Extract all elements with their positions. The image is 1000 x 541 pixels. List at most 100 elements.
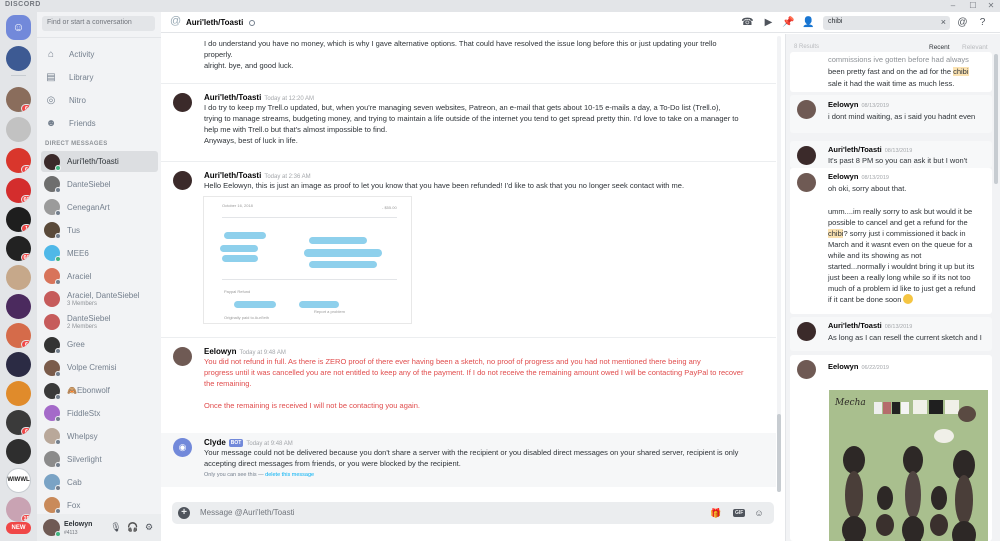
- clyde-avatar[interactable]: ◉: [173, 438, 192, 457]
- server-icon[interactable]: 15: [6, 497, 31, 522]
- mention-badge: 15: [21, 514, 31, 522]
- dm-item[interactable]: Tus: [41, 220, 158, 241]
- clear-search-icon[interactable]: ×: [941, 17, 946, 27]
- emoji-icon[interactable]: ☺: [753, 507, 765, 519]
- discord-logo-icon: ☺: [12, 20, 25, 34]
- server-icon[interactable]: [6, 352, 31, 377]
- character-reference-sheet-image[interactable]: Mecha: [829, 390, 988, 541]
- search-result-context[interactable]: Eelowyn 08/13/2019 i dont mind waiting, a…: [790, 95, 992, 133]
- message-author[interactable]: Auri'leth/Toasti: [204, 171, 261, 180]
- microphone-icon[interactable]: 🎙: [110, 521, 122, 533]
- results-scroll-thumb[interactable]: [994, 54, 998, 184]
- result-text-fragment: if it cant be done soon: [828, 295, 902, 304]
- dm-avatar: [44, 199, 61, 217]
- settings-gear-icon[interactable]: ⚙: [143, 521, 155, 533]
- server-icon[interactable]: [6, 294, 31, 319]
- dm-item[interactable]: Araciel: [41, 266, 158, 287]
- voice-call-icon[interactable]: ☎: [741, 16, 754, 29]
- message-line: the remaining.: [204, 379, 252, 388]
- search-result[interactable]: commissions ive gotten before had always…: [790, 52, 992, 92]
- nav-friends[interactable]: ☻ Friends: [43, 114, 155, 132]
- server-icon[interactable]: 6: [6, 410, 31, 435]
- message-author[interactable]: Clyde: [204, 438, 226, 447]
- tab-relevant[interactable]: Relevant: [962, 44, 988, 51]
- dm-search-input[interactable]: Find or start a conversation: [42, 16, 155, 31]
- sheet-title: Mecha: [834, 398, 866, 408]
- server-icon[interactable]: [6, 46, 31, 71]
- author-avatar[interactable]: [173, 171, 192, 190]
- help-icon[interactable]: ?: [976, 16, 989, 29]
- dm-name: Whelpsy: [67, 431, 98, 441]
- nav-library[interactable]: ▤ Library: [43, 68, 155, 86]
- message-author[interactable]: Eelowyn: [204, 347, 236, 356]
- server-icon[interactable]: 6: [6, 148, 31, 173]
- result-text-fragment: ? sorry just i commissioned it back in: [843, 229, 966, 238]
- server-icon[interactable]: 1: [6, 207, 31, 232]
- search-result-context[interactable]: Auri'leth/Toasti 08/13/2019 As long as I …: [790, 317, 992, 351]
- message-scroll-thumb[interactable]: [777, 414, 781, 492]
- new-mentions-pill[interactable]: NEW: [6, 522, 31, 534]
- author-avatar[interactable]: [173, 93, 192, 112]
- gif-button[interactable]: GIF: [733, 509, 746, 517]
- mention-icon[interactable]: @: [956, 16, 969, 29]
- dm-item[interactable]: Auri'leth/Toasti: [41, 151, 158, 172]
- message-search-input[interactable]: chibi ×: [823, 16, 950, 30]
- upload-plus-icon[interactable]: +: [178, 507, 190, 519]
- message-composer[interactable]: + Message @Auri'leth/Toasti 🎁 GIF ☺: [172, 502, 774, 524]
- composer-placeholder: Message @Auri'leth/Toasti: [200, 508, 295, 517]
- at-icon: @: [170, 15, 182, 27]
- result-text: chibi? sorry just i commissioned it back…: [828, 228, 988, 239]
- dm-item[interactable]: Whelpsy: [41, 426, 158, 447]
- maximize-button[interactable]: ☐: [964, 0, 982, 12]
- server-icon[interactable]: 6: [6, 323, 31, 348]
- pinned-messages-icon[interactable]: 📌: [782, 16, 795, 29]
- dm-item[interactable]: 🙈Ebonwolf: [41, 380, 158, 401]
- server-icon[interactable]: 60: [6, 178, 31, 203]
- message-line: Once the remaining is received I will no…: [204, 401, 420, 410]
- close-window-button[interactable]: ✕: [982, 0, 1000, 12]
- result-author: Eelowyn 06/22/2019: [828, 362, 889, 371]
- author-avatar[interactable]: [173, 347, 192, 366]
- headphones-icon[interactable]: 🎧: [127, 521, 139, 533]
- dm-name: Auri'leth/Toasti: [67, 157, 119, 166]
- presence-dot: [55, 164, 61, 171]
- message-line: Your message could not be delivered beca…: [204, 448, 739, 457]
- dm-item[interactable]: Fox: [41, 495, 158, 516]
- add-friend-icon[interactable]: 👤: [802, 16, 815, 29]
- dm-item[interactable]: DanteSiebel 2 Members: [41, 311, 158, 332]
- search-result[interactable]: Eelowyn 06/22/2019 Mecha: [790, 355, 992, 541]
- server-icon[interactable]: [6, 117, 31, 142]
- server-icon[interactable]: [6, 381, 31, 406]
- dm-item[interactable]: Volpe Cremisi: [41, 357, 158, 378]
- mention-badge: 1: [21, 224, 31, 232]
- dm-item[interactable]: Cab: [41, 472, 158, 493]
- dm-item[interactable]: DanteSiebel: [41, 174, 158, 195]
- server-icon[interactable]: WIWWL: [6, 468, 31, 493]
- nav-nitro[interactable]: ◎ Nitro: [43, 91, 155, 109]
- server-icon[interactable]: [6, 265, 31, 290]
- friends-icon: ☻: [45, 117, 57, 129]
- message-author[interactable]: Auri'leth/Toasti: [204, 93, 261, 102]
- dm-item[interactable]: MEE6: [41, 243, 158, 264]
- server-icon[interactable]: 66: [6, 236, 31, 261]
- dm-item[interactable]: Silverlight: [41, 449, 158, 470]
- dm-item[interactable]: FiddleStx: [41, 403, 158, 424]
- search-result[interactable]: Eelowyn 08/13/2019 oh oki, sorry about th…: [790, 168, 992, 314]
- dm-item[interactable]: Araciel, DanteSiebel 3 Members: [41, 288, 158, 309]
- video-call-icon[interactable]: ▶: [762, 16, 775, 29]
- delete-message-link[interactable]: delete this message: [265, 472, 314, 478]
- user-avatar[interactable]: [43, 519, 61, 537]
- minimize-button[interactable]: –: [944, 0, 962, 12]
- nav-activity[interactable]: ⌂ Activity: [43, 45, 155, 63]
- server-icon[interactable]: [6, 439, 31, 464]
- server-icon[interactable]: 6: [6, 87, 31, 112]
- refund-proof-image[interactable]: October 16, 2018 - $55.00 Paypal Refund …: [203, 196, 412, 324]
- dm-avatar: [44, 359, 61, 377]
- dm-name: DanteSiebel: [67, 313, 111, 323]
- dm-item[interactable]: CeneganArt: [41, 197, 158, 218]
- home-button[interactable]: ☺: [6, 15, 31, 40]
- tab-recent[interactable]: Recent: [929, 44, 950, 51]
- gift-icon[interactable]: 🎁: [710, 507, 722, 519]
- dm-item[interactable]: Gree: [41, 334, 158, 355]
- search-result-context[interactable]: Auri'leth/Toasti 08/13/2019 It's past 8 P…: [790, 141, 992, 168]
